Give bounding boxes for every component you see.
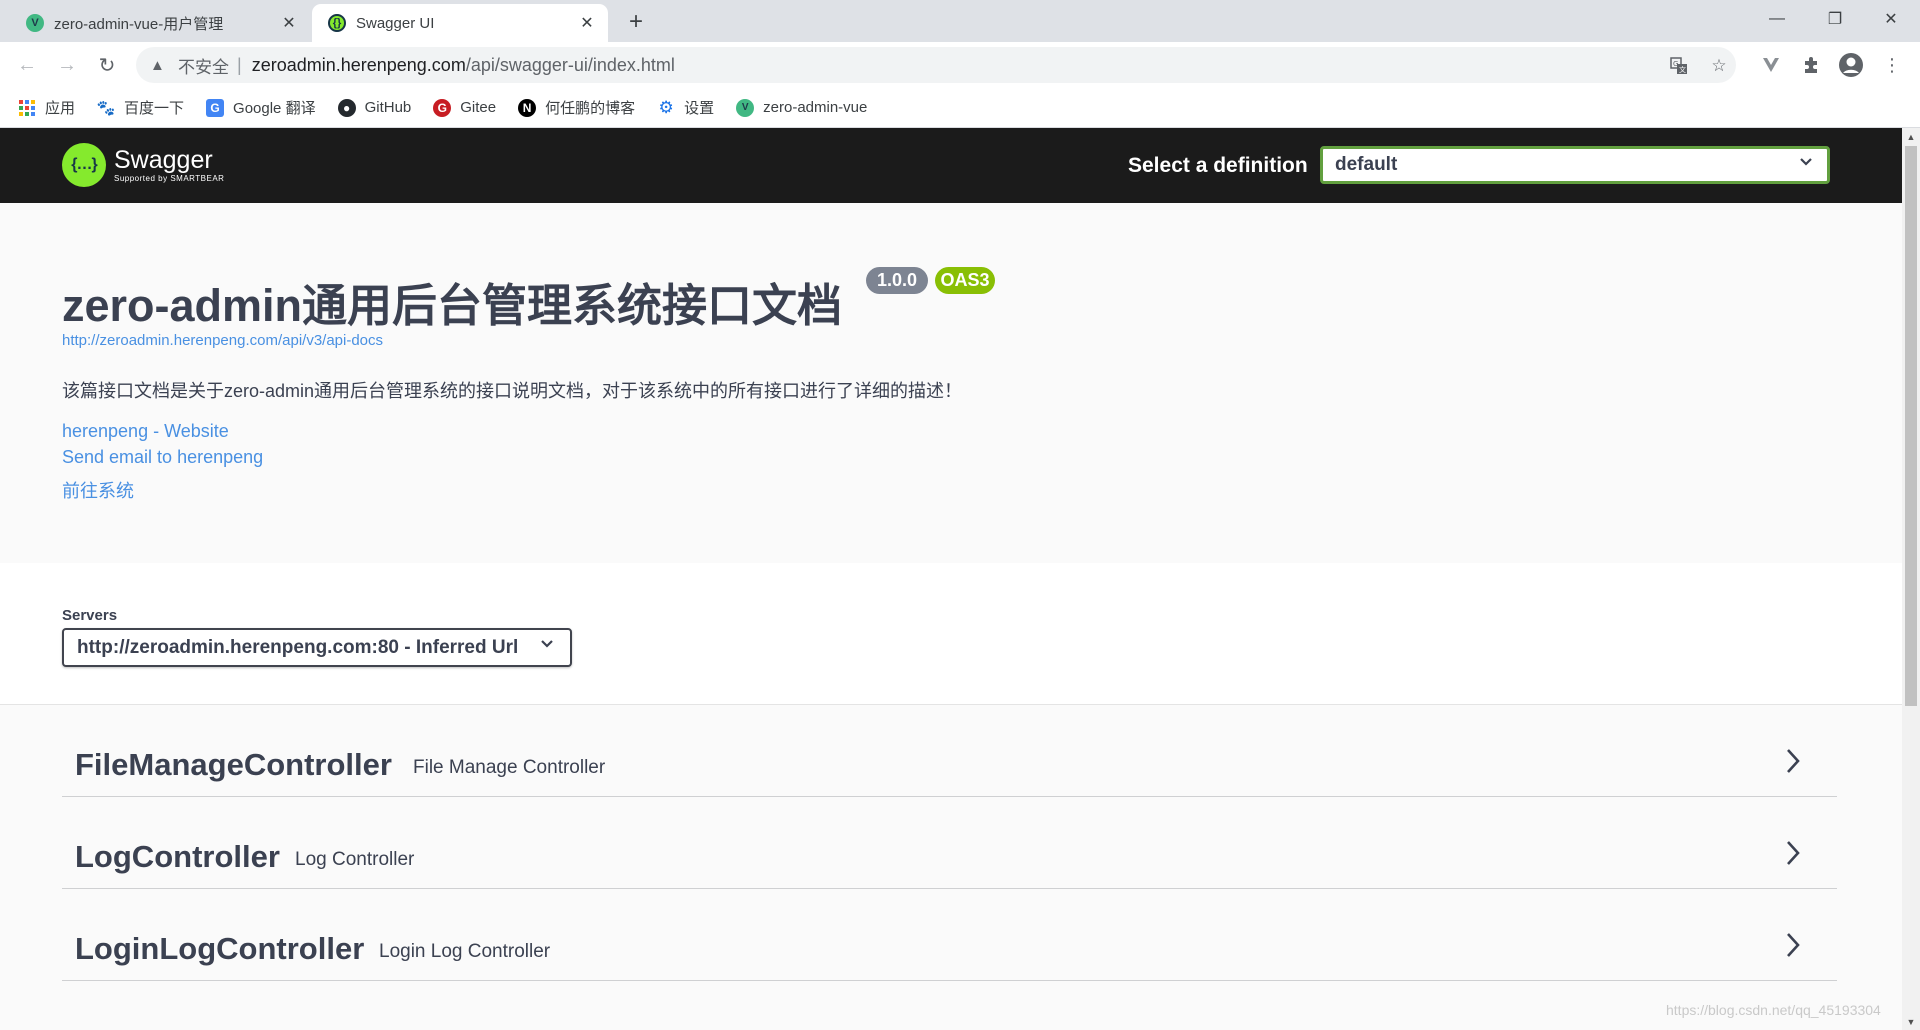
version-badge: 1.0.0	[866, 267, 928, 294]
chevron-right-icon[interactable]	[1779, 741, 1807, 781]
scroll-up-arrow-icon[interactable]: ▲	[1902, 128, 1920, 145]
url-host: zeroadmin.herenpeng.com	[251, 54, 466, 75]
tab-title: Swagger UI	[356, 14, 435, 32]
servers-label: Servers	[62, 607, 118, 624]
api-docs-link[interactable]: http://zeroadmin.herenpeng.com/api/v3/ap…	[62, 332, 383, 349]
tab-zero-admin-vue[interactable]: V zero-admin-vue-用户管理 ✕	[10, 4, 310, 42]
gitee-icon: G	[433, 98, 452, 117]
chevron-right-icon[interactable]	[1779, 925, 1807, 965]
apps-grid-icon	[18, 99, 36, 117]
google-translate-icon: G	[206, 98, 225, 117]
star-icon[interactable]: ☆	[1706, 55, 1732, 77]
swagger-topbar: {…} Swagger Supported by SMARTBEAR Selec…	[0, 128, 1902, 203]
bookmark-zero-admin-vue[interactable]: V zero-admin-vue	[736, 98, 868, 117]
close-window-button[interactable]: ✕	[1862, 0, 1920, 38]
bookmark-label: Google 翻译	[233, 100, 316, 117]
bookmark-settings[interactable]: ⚙ 设置	[657, 97, 715, 118]
bookmark-apps[interactable]: 应用	[18, 97, 75, 118]
definition-selected: default	[1335, 154, 1398, 175]
back-button[interactable]: ←	[12, 50, 42, 80]
bookmark-label: Gitee	[460, 99, 497, 116]
website-link[interactable]: herenpeng - Website	[62, 421, 229, 442]
page-viewport: {…} Swagger Supported by SMARTBEAR Selec…	[0, 128, 1902, 1030]
close-icon[interactable]: ✕	[278, 12, 300, 34]
chevron-down-icon	[1799, 155, 1813, 174]
swagger-icon: {…}	[62, 143, 106, 187]
address-bar[interactable]: ▲ 不安全 | zeroadmin.herenpeng.com/api/swag…	[136, 47, 1736, 83]
controller-name: FileManageController	[75, 747, 392, 782]
swagger-icon: {}	[328, 14, 346, 32]
chevron-down-icon	[540, 637, 554, 656]
vue-icon: V	[26, 14, 44, 32]
swagger-logo-name: Swagger	[114, 146, 213, 174]
swagger-logo[interactable]: {…} Swagger Supported by SMARTBEAR	[62, 143, 224, 187]
controller-log[interactable]: LogController Log Controller	[62, 797, 1837, 889]
svg-text:文: 文	[1679, 65, 1686, 74]
bookmark-baidu[interactable]: 🐾 百度一下	[97, 97, 184, 118]
email-link[interactable]: Send email to herenpeng	[62, 447, 263, 468]
translate-icon[interactable]: G文	[1666, 55, 1692, 77]
controller-description: File Manage Controller	[413, 757, 606, 778]
api-title: zero-admin通用后台管理系统接口文档	[62, 280, 843, 331]
notion-icon: N	[518, 98, 537, 117]
tab-strip: V zero-admin-vue-用户管理 ✕ {} Swagger UI ✕ …	[0, 0, 1920, 42]
controller-name: LogController	[75, 839, 280, 874]
servers-section: Servers http://zeroadmin.herenpeng.com:8…	[0, 563, 1902, 705]
browser-toolbar: ← → ↻ ▲ 不安全 | zeroadmin.herenpeng.com/ap…	[0, 42, 1920, 88]
bookmark-github[interactable]: ● GitHub	[337, 98, 412, 117]
operations-section: FileManageController File Manage Control…	[0, 705, 1902, 1030]
chevron-right-icon[interactable]	[1779, 833, 1807, 873]
system-link[interactable]: 前往系统	[62, 477, 134, 503]
bookmark-blog[interactable]: N 何任鹏的博客	[518, 97, 635, 118]
page-scrollbar[interactable]: ▲ ▼	[1902, 128, 1920, 1030]
bookmark-label: 何任鹏的博客	[545, 100, 636, 117]
forward-button[interactable]: →	[52, 50, 82, 80]
svg-text:G: G	[1673, 60, 1678, 68]
controller-name: LoginLogController	[75, 931, 365, 966]
oas-badge: OAS3	[935, 267, 995, 294]
api-description: 该篇接口文档是关于zero-admin通用后台管理系统的接口说明文档，对于该系统…	[62, 381, 963, 401]
controller-description: Log Controller	[295, 849, 415, 870]
watermark: https://blog.csdn.net/qq_45193304	[1666, 1002, 1881, 1018]
profile-icon[interactable]	[1837, 51, 1865, 79]
url-path: /api/swagger-ui/index.html	[465, 54, 675, 75]
security-status[interactable]: 不安全	[178, 53, 229, 78]
vue-devtools-icon[interactable]	[1757, 51, 1785, 79]
reload-button[interactable]: ↻	[92, 50, 122, 80]
bookmark-label: GitHub	[364, 99, 412, 116]
new-tab-button[interactable]: +	[622, 8, 650, 36]
definition-label: Select a definition	[1128, 154, 1308, 177]
bookmark-label: 百度一下	[124, 100, 185, 117]
restore-button[interactable]: ❐	[1806, 0, 1864, 38]
settings-gear-icon: ⚙	[658, 97, 674, 117]
extensions-icon[interactable]	[1797, 51, 1825, 79]
menu-icon[interactable]: ⋮	[1878, 51, 1906, 79]
bookmarks-bar: 应用 🐾 百度一下 G Google 翻译 ● GitHub G Gitee N…	[0, 88, 1920, 128]
bookmark-gitee[interactable]: G Gitee	[433, 98, 497, 117]
warning-triangle-icon[interactable]: ▲	[150, 57, 168, 74]
bookmark-label: 应用	[45, 100, 76, 117]
controller-file-manage[interactable]: FileManageController File Manage Control…	[62, 705, 1837, 797]
bookmark-google-translate[interactable]: G Google 翻译	[206, 97, 316, 118]
scroll-down-arrow-icon[interactable]: ▼	[1902, 1013, 1920, 1030]
baidu-icon: 🐾	[96, 99, 116, 117]
close-icon[interactable]: ✕	[576, 12, 598, 34]
definition-select[interactable]: default	[1320, 146, 1830, 184]
swagger-logo-sub: Supported by SMARTBEAR	[114, 174, 225, 183]
api-info-section: zero-admin通用后台管理系统接口文档 1.0.0 OAS3 http:/…	[0, 203, 1902, 563]
controller-login-log[interactable]: LoginLogController Login Log Controller	[62, 889, 1837, 981]
vue-icon: V	[736, 98, 755, 117]
bookmark-label: zero-admin-vue	[763, 99, 868, 116]
scrollbar-thumb[interactable]	[1905, 146, 1917, 706]
tab-swagger-ui[interactable]: {} Swagger UI ✕	[312, 4, 608, 42]
bookmark-label: 设置	[684, 100, 715, 117]
tab-title: zero-admin-vue-用户管理	[54, 15, 224, 33]
server-select[interactable]: http://zeroadmin.herenpeng.com:80 - Infe…	[62, 628, 572, 667]
controller-description: Login Log Controller	[379, 941, 551, 962]
github-icon: ●	[337, 98, 356, 117]
divider: |	[237, 54, 242, 75]
server-selected: http://zeroadmin.herenpeng.com:80 - Infe…	[77, 636, 519, 658]
minimize-button[interactable]: —	[1748, 0, 1806, 38]
